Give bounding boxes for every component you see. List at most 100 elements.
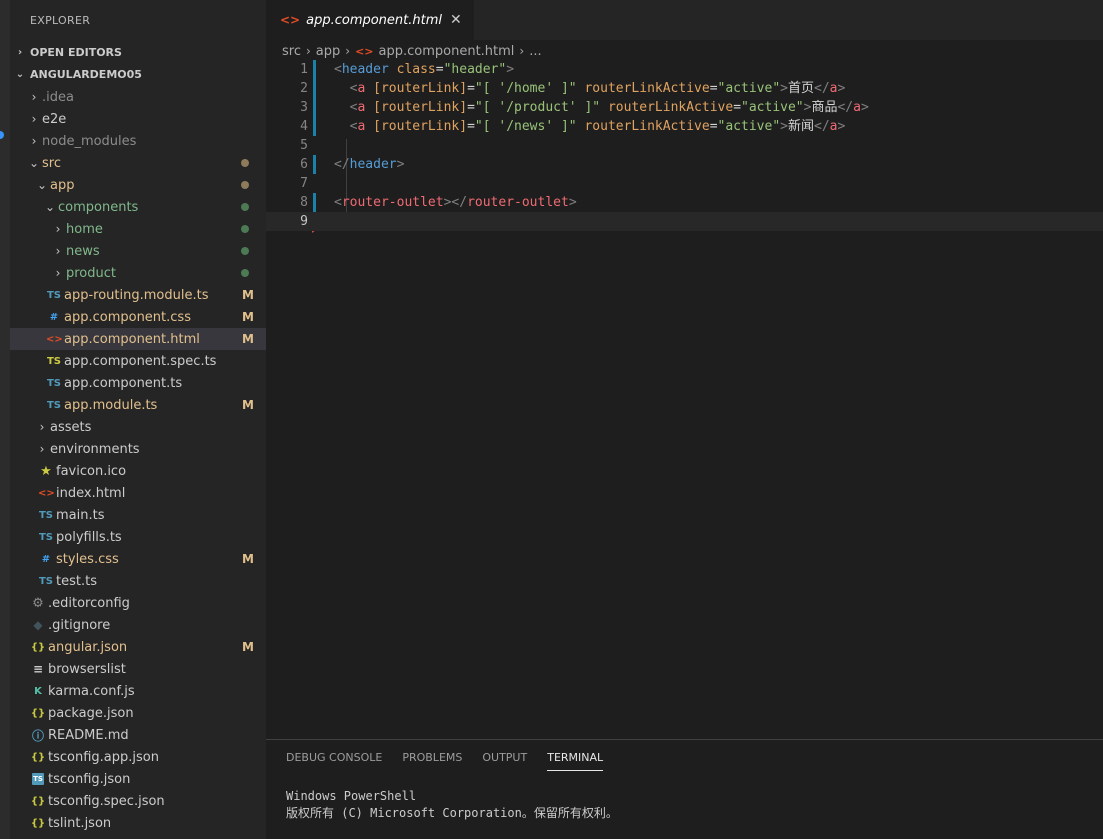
tree-item[interactable]: TS app-routing.module.ts M bbox=[10, 284, 266, 306]
terminal-line: 版权所有 (C) Microsoft Corporation。保留所有权利。 bbox=[286, 806, 618, 820]
project-section[interactable]: ⌄ ANGULARDEMO05 bbox=[10, 64, 266, 86]
tree-item[interactable]: {} package.json bbox=[10, 702, 266, 724]
tree-item[interactable]: ⌄ app bbox=[10, 174, 266, 196]
status-dot bbox=[241, 269, 249, 277]
typescript-file-icon: TS bbox=[38, 509, 54, 521]
tree-item[interactable]: › assets bbox=[10, 416, 266, 438]
tree-item[interactable]: TS polyfills.ts bbox=[10, 526, 266, 548]
code-line[interactable]: 6 </header> bbox=[266, 155, 1103, 174]
bottom-panel: DEBUG CONSOLE PROBLEMS OUTPUT TERMINAL Wind… bbox=[266, 739, 1103, 839]
code-token: a bbox=[853, 100, 861, 115]
breadcrumb-src[interactable]: src bbox=[282, 44, 301, 59]
code-editor[interactable]: 1 <header class="header"> 2 <a [routerLink… bbox=[266, 60, 1103, 240]
status-dot bbox=[241, 181, 249, 189]
tree-item-label: main.ts bbox=[56, 507, 105, 523]
tree-item[interactable]: ◆ .gitignore bbox=[10, 614, 266, 636]
file-tree: › .idea › e2e › node_modules ⌄ src ⌄ app ⌄ componen… bbox=[10, 86, 266, 834]
tree-item[interactable]: › product bbox=[10, 262, 266, 284]
code-token: < bbox=[334, 195, 342, 210]
tree-item[interactable]: TS test.ts bbox=[10, 570, 266, 592]
code-line[interactable]: 8 <router-outlet></router-outlet> bbox=[266, 193, 1103, 212]
gear-icon: ⚙ bbox=[32, 595, 44, 611]
modified-badge: M bbox=[242, 288, 254, 302]
tree-item[interactable]: › e2e bbox=[10, 108, 266, 130]
tree-item[interactable]: Kkarma.conf.js bbox=[10, 680, 266, 702]
breadcrumb-file[interactable]: app.component.html bbox=[379, 44, 515, 59]
tree-item[interactable]: # styles.css M bbox=[10, 548, 266, 570]
tree-item[interactable]: {} angular.json M bbox=[10, 636, 266, 658]
tree-item[interactable]: ⓘ README.md bbox=[10, 724, 266, 746]
tree-item-label: app bbox=[50, 177, 75, 193]
code-line[interactable]: 3 <a [routerLink]="[ '/product' ]" route… bbox=[266, 98, 1103, 117]
code-token: > bbox=[506, 62, 515, 77]
tree-item[interactable]: {} tsconfig.spec.json bbox=[10, 790, 266, 812]
tree-item-label: app.component.ts bbox=[64, 375, 183, 391]
open-editors-section[interactable]: › OPEN EDITORS bbox=[10, 42, 266, 64]
tree-item-label: .gitignore bbox=[48, 617, 111, 633]
typescript-file-icon: TS bbox=[32, 773, 44, 785]
tree-item[interactable]: › .idea bbox=[10, 86, 266, 108]
tree-item[interactable]: TS app.component.spec.ts bbox=[10, 350, 266, 372]
tree-item[interactable]: <> index.html bbox=[10, 482, 266, 504]
panel-tab-debug-console[interactable]: DEBUG CONSOLE bbox=[286, 740, 382, 775]
panel-tab-problems[interactable]: PROBLEMS bbox=[402, 740, 462, 775]
tree-item[interactable]: TS tsconfig.json bbox=[10, 768, 266, 790]
tree-item[interactable]: # app.component.css M bbox=[10, 306, 266, 328]
line-number: 6 bbox=[300, 157, 308, 172]
code-line[interactable]: 5 bbox=[266, 136, 1103, 155]
tree-item-label: tsconfig.spec.json bbox=[48, 793, 165, 809]
status-dot bbox=[241, 203, 249, 211]
tree-item-label: favicon.ico bbox=[56, 463, 127, 479]
tree-item[interactable]: › news bbox=[10, 240, 266, 262]
tree-item[interactable]: TS main.ts bbox=[10, 504, 266, 526]
typescript-file-icon: TS bbox=[38, 575, 54, 587]
tree-item[interactable]: ★ favicon.ico bbox=[10, 460, 266, 482]
chevron-down-icon: ⌄ bbox=[36, 178, 48, 192]
tree-item[interactable]: {} tslint.json bbox=[10, 812, 266, 834]
modified-badge: M bbox=[242, 552, 254, 566]
line-number: 7 bbox=[300, 176, 308, 191]
code-token: </ bbox=[814, 119, 830, 134]
code-token: = bbox=[467, 100, 475, 115]
tree-item[interactable]: ⚙ .editorconfig bbox=[10, 592, 266, 614]
tree-item[interactable]: <> app.component.html M bbox=[10, 328, 266, 350]
breadcrumb-app[interactable]: app bbox=[316, 44, 340, 59]
html-file-icon: <> bbox=[46, 333, 63, 345]
code-line[interactable]: 1 <header class="header"> bbox=[266, 60, 1103, 79]
modified-badge: M bbox=[242, 310, 254, 324]
tree-item[interactable]: ⌄ src bbox=[10, 152, 266, 174]
panel-tab-terminal[interactable]: TERMINAL bbox=[547, 740, 603, 775]
line-number: 1 bbox=[300, 62, 308, 77]
tree-item[interactable]: ≡ browserslist bbox=[10, 658, 266, 680]
git-change-marker bbox=[313, 155, 316, 174]
tree-item-label: app.component.spec.ts bbox=[64, 353, 217, 369]
code-line[interactable]: 7 bbox=[266, 174, 1103, 193]
breadcrumb-tail[interactable]: ... bbox=[529, 44, 541, 59]
tab-app-component-html[interactable]: <> app.component.html ✕ bbox=[266, 0, 474, 40]
tree-item[interactable]: TS app.component.ts bbox=[10, 372, 266, 394]
tree-item[interactable]: {} tsconfig.app.json bbox=[10, 746, 266, 768]
tree-item[interactable]: ⌄ components bbox=[10, 196, 266, 218]
tree-item-label: app-routing.module.ts bbox=[64, 287, 209, 303]
css-file-icon: # bbox=[49, 311, 59, 323]
panel-tab-output[interactable]: OUTPUT bbox=[482, 740, 527, 775]
tree-item[interactable]: › node_modules bbox=[10, 130, 266, 152]
json-file-icon: {} bbox=[30, 795, 46, 807]
code-token: > bbox=[837, 119, 846, 134]
tree-item[interactable]: › environments bbox=[10, 438, 266, 460]
terminal-output[interactable]: Windows PowerShell 版权所有 (C) Microsoft Cor… bbox=[266, 775, 1103, 822]
json-file-icon: {} bbox=[30, 751, 46, 763]
tree-item[interactable]: › home bbox=[10, 218, 266, 240]
code-line[interactable]: 2 <a [routerLink]="[ '/home' ]" routerLi… bbox=[266, 79, 1103, 98]
code-line[interactable]: 9 bbox=[266, 212, 1103, 231]
tree-item[interactable]: TS app.module.ts M bbox=[10, 394, 266, 416]
code-token: > bbox=[780, 119, 788, 134]
close-icon[interactable]: ✕ bbox=[450, 12, 462, 28]
typescript-file-icon: TS bbox=[46, 399, 62, 411]
chevron-right-icon: › bbox=[345, 44, 351, 58]
code-token: "[ '/news' ]" bbox=[474, 119, 577, 134]
code-line[interactable]: 4 <a [routerLink]="[ '/news' ]" routerLi… bbox=[266, 117, 1103, 136]
git-change-marker bbox=[313, 193, 316, 212]
